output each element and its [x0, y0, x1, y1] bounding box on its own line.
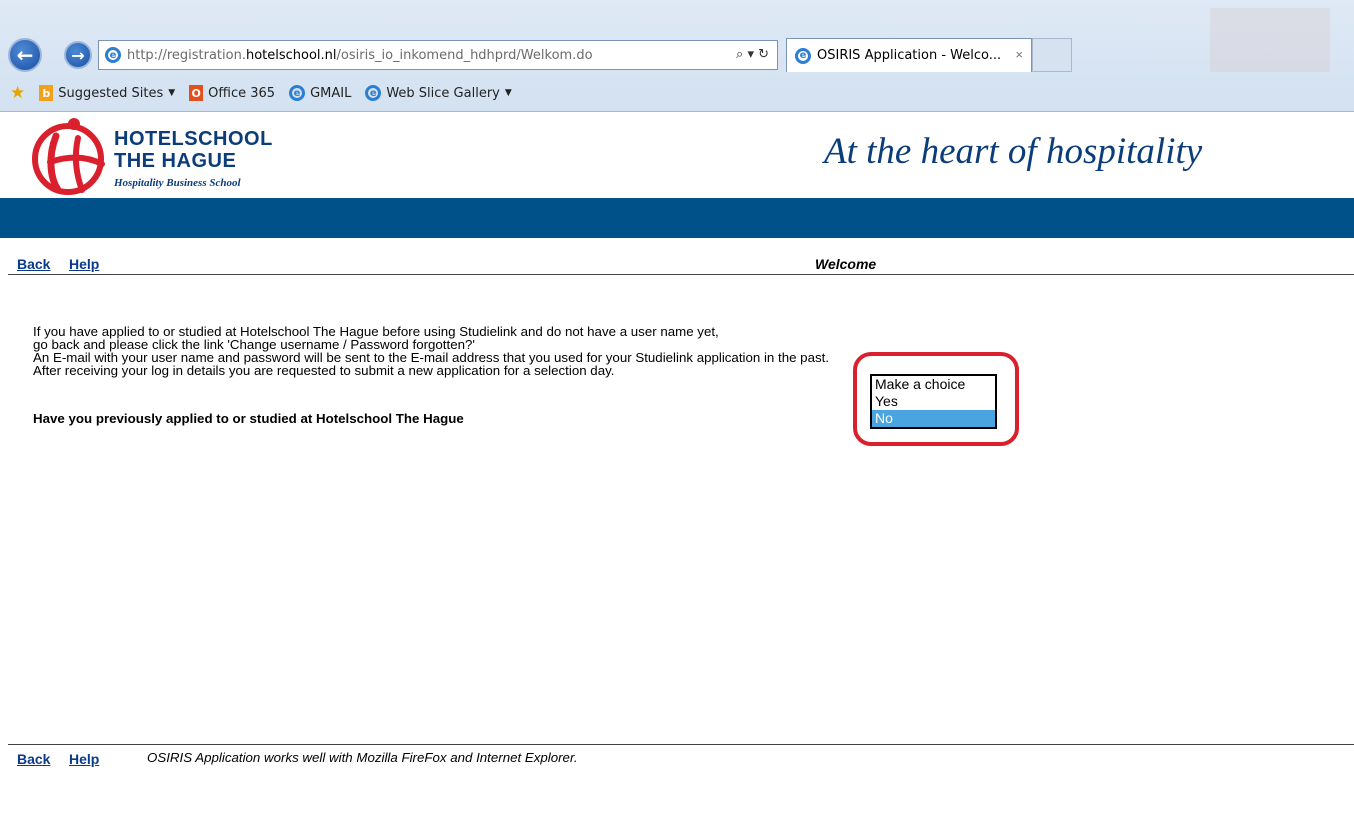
instruction-line: After receiving your log in details you …: [33, 363, 615, 378]
option-no[interactable]: No: [872, 410, 995, 427]
instructions-text: If you have applied to or studied at Hot…: [33, 325, 829, 377]
page-title: Welcome: [815, 256, 877, 272]
chevron-down-icon: ▼: [168, 88, 176, 98]
favorite-gmail[interactable]: e GMAIL: [289, 85, 351, 101]
logo-subtitle: Hospitality Business School: [114, 177, 241, 189]
internet-explorer-icon: e: [289, 85, 306, 101]
bing-icon: b: [39, 85, 54, 101]
browser-forward-button[interactable]: →: [64, 41, 92, 69]
hotelschool-logo: HOTELSCHOOL THE HAGUE Hospitality Busine…: [28, 116, 288, 196]
office-icon: O: [189, 85, 204, 101]
favorite-suggested-sites[interactable]: b Suggested Sites ▼: [39, 85, 175, 101]
chevron-down-icon: ▼: [504, 88, 512, 98]
browser-chrome: ← → e http://registration.hotelschool.nl…: [0, 0, 1354, 112]
help-link-footer[interactable]: Help: [69, 751, 99, 767]
arrow-right-icon: →: [71, 45, 85, 65]
background-window: [1210, 8, 1330, 72]
option-make-a-choice[interactable]: Make a choice: [872, 376, 995, 393]
internet-explorer-icon: e: [795, 47, 811, 64]
close-icon[interactable]: ×: [1015, 47, 1023, 62]
tab-osiris-application[interactable]: e OSIRIS Application - Welco... ×: [786, 38, 1032, 72]
back-link[interactable]: Back: [17, 256, 50, 272]
logo-text-the-hague: THE HAGUE: [114, 150, 237, 172]
favorites-star-icon[interactable]: ★: [10, 83, 25, 103]
logo-text-hotelschool: HOTELSCHOOL: [114, 128, 273, 150]
address-bar[interactable]: e http://registration.hotelschool.nl/osi…: [98, 40, 778, 70]
internet-explorer-icon: e: [365, 85, 382, 101]
divider: [8, 274, 1354, 275]
divider: [8, 744, 1354, 745]
option-yes[interactable]: Yes: [872, 393, 995, 410]
favorite-office-365[interactable]: O Office 365: [189, 85, 275, 101]
logo-emblem-icon: [32, 118, 105, 195]
tagline: At the heart of hospitality: [824, 131, 1203, 172]
previous-application-select[interactable]: Make a choice Yes No: [870, 374, 997, 429]
favorites-bar: ★ b Suggested Sites ▼ O Office 365 e GMA…: [0, 78, 512, 108]
browser-back-button[interactable]: ←: [8, 38, 42, 72]
previous-application-question: Have you previously applied to or studie…: [33, 411, 464, 426]
header-band: [0, 198, 1354, 238]
url-text[interactable]: http://registration.hotelschool.nl/osiri…: [127, 48, 593, 63]
internet-explorer-icon: e: [105, 47, 121, 63]
new-tab-button[interactable]: [1032, 38, 1072, 72]
tab-title: OSIRIS Application - Welco...: [817, 48, 1002, 63]
help-link[interactable]: Help: [69, 256, 99, 272]
favorite-web-slice-gallery[interactable]: e Web Slice Gallery ▼: [365, 85, 512, 101]
arrow-left-icon: ←: [16, 43, 34, 67]
search-refresh-icons[interactable]: ⌕ ▾ ↻: [736, 47, 769, 62]
browser-compatibility-note: OSIRIS Application works well with Mozil…: [147, 750, 578, 765]
back-link-footer[interactable]: Back: [17, 751, 50, 767]
